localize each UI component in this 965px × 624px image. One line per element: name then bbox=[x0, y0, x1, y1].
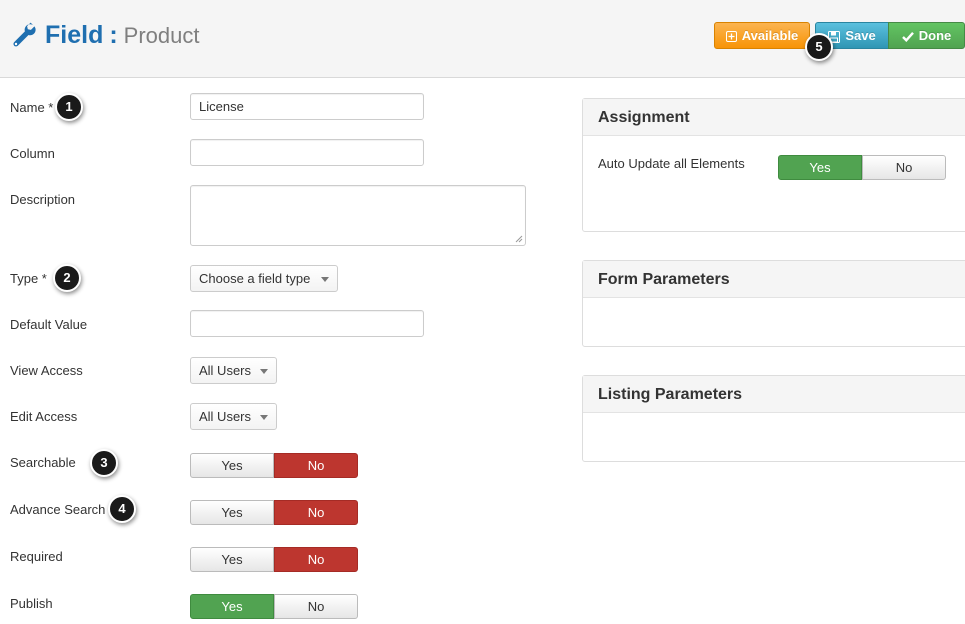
assignment-panel-title: Assignment bbox=[583, 99, 965, 136]
listing-parameters-panel: Listing Parameters bbox=[582, 375, 965, 462]
advance-search-no-button[interactable]: No bbox=[274, 500, 358, 525]
done-button-label: Done bbox=[918, 28, 952, 43]
name-field[interactable]: License bbox=[190, 93, 424, 120]
form-parameters-panel: Form Parameters bbox=[582, 260, 965, 347]
type-label: Type * bbox=[10, 271, 47, 286]
column-label: Column bbox=[10, 146, 55, 161]
wrench-icon bbox=[13, 22, 36, 47]
auto-update-yes-button[interactable]: Yes bbox=[778, 155, 862, 180]
page-title-main: Field bbox=[45, 21, 104, 49]
view-access-select-value: All Users bbox=[199, 363, 252, 378]
required-yes-button[interactable]: Yes bbox=[190, 547, 274, 572]
step-badge-2: 2 bbox=[53, 264, 81, 292]
searchable-label: Searchable bbox=[10, 455, 76, 470]
description-label: Description bbox=[10, 192, 76, 207]
form-parameters-panel-title[interactable]: Form Parameters bbox=[583, 261, 965, 298]
edit-access-label: Edit Access bbox=[10, 409, 78, 424]
advance-search-label: Advance Search bbox=[10, 502, 106, 517]
chevron-down-icon bbox=[321, 277, 329, 282]
step-badge-5: 5 bbox=[805, 33, 833, 61]
searchable-yes-button[interactable]: Yes bbox=[190, 453, 274, 478]
step-badge-3: 3 bbox=[90, 449, 118, 477]
step-badge-1: 1 bbox=[55, 93, 83, 121]
default-value-label: Default Value bbox=[10, 317, 88, 332]
plus-square-icon bbox=[725, 31, 737, 43]
available-button-label: Available bbox=[741, 28, 799, 43]
publish-toggle: Yes No bbox=[190, 594, 358, 619]
page-title: Field: Product bbox=[45, 20, 200, 51]
done-button[interactable]: Done bbox=[888, 22, 965, 49]
required-label: Required bbox=[10, 549, 63, 564]
type-select-value: Choose a field type bbox=[199, 271, 311, 286]
listing-parameters-panel-title[interactable]: Listing Parameters bbox=[583, 376, 965, 413]
publish-yes-button[interactable]: Yes bbox=[190, 594, 274, 619]
publish-no-button[interactable]: No bbox=[274, 594, 358, 619]
chevron-down-icon bbox=[260, 369, 268, 374]
searchable-no-button[interactable]: No bbox=[274, 453, 358, 478]
assignment-panel: Assignment Auto Update all Elements Yes … bbox=[582, 98, 965, 232]
advance-search-toggle: Yes No bbox=[190, 500, 358, 525]
required-no-button[interactable]: No bbox=[274, 547, 358, 572]
default-value-field[interactable] bbox=[190, 310, 424, 337]
name-label: Name * bbox=[10, 100, 54, 115]
auto-update-toggle: Yes No bbox=[778, 155, 946, 180]
column-field[interactable] bbox=[190, 139, 424, 166]
save-button-label: Save bbox=[845, 28, 876, 43]
searchable-toggle: Yes No bbox=[190, 453, 358, 478]
view-access-select[interactable]: All Users bbox=[190, 357, 277, 384]
auto-update-label: Auto Update all Elements bbox=[598, 156, 745, 171]
auto-update-no-button[interactable]: No bbox=[862, 155, 946, 180]
required-toggle: Yes No bbox=[190, 547, 358, 572]
page-title-sub: Product bbox=[123, 23, 200, 48]
resize-grip-icon[interactable] bbox=[515, 235, 523, 243]
edit-access-select[interactable]: All Users bbox=[190, 403, 277, 430]
page-title-separator: : bbox=[109, 21, 118, 49]
advance-search-yes-button[interactable]: Yes bbox=[190, 500, 274, 525]
publish-label: Publish bbox=[10, 596, 53, 611]
step-badge-4: 4 bbox=[108, 495, 136, 523]
type-select[interactable]: Choose a field type bbox=[190, 265, 338, 292]
edit-access-select-value: All Users bbox=[199, 409, 252, 424]
chevron-down-icon bbox=[260, 415, 268, 420]
view-access-label: View Access bbox=[10, 363, 83, 378]
checkmark-icon bbox=[901, 32, 914, 43]
available-button[interactable]: Available bbox=[714, 22, 810, 49]
description-textarea[interactable] bbox=[190, 185, 526, 246]
